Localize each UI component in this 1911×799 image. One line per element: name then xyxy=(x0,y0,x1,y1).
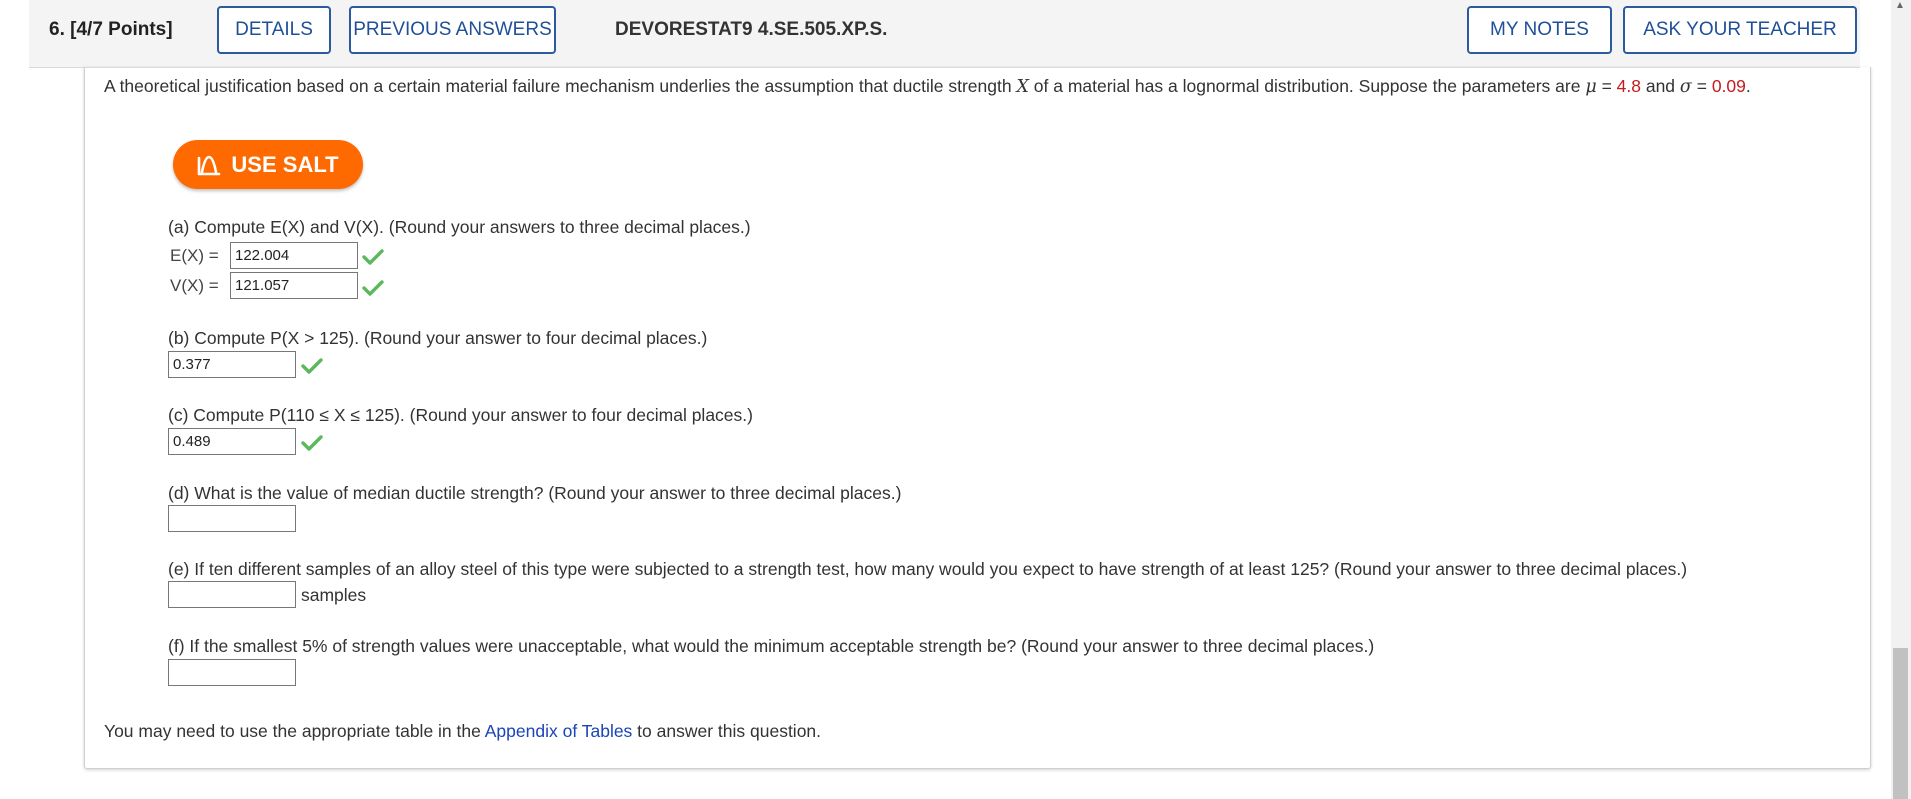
part-e-input[interactable] xyxy=(168,581,296,608)
vx-input[interactable] xyxy=(230,272,358,299)
appendix-note: You may need to use the appropriate tabl… xyxy=(104,721,822,741)
part-b-prompt: (b) Compute P(X > 125). (Round your answ… xyxy=(168,328,708,348)
scroll-up-icon[interactable]: ▲ xyxy=(1895,0,1905,11)
ex-label: E(X) = xyxy=(170,246,219,265)
scrollbar-thumb[interactable] xyxy=(1893,648,1908,799)
part-f-input[interactable] xyxy=(168,659,296,686)
part-e-prompt: (e) If ten different samples of an alloy… xyxy=(168,559,1688,579)
part-d-input[interactable] xyxy=(168,505,296,532)
my-notes-button[interactable]: MY NOTES xyxy=(1467,6,1612,54)
part-c-input[interactable] xyxy=(168,428,296,455)
part-f-prompt: (f) If the smallest 5% of strength value… xyxy=(168,636,1375,656)
appendix-of-tables-link[interactable]: Appendix of Tables xyxy=(485,721,633,741)
correct-check-icon xyxy=(362,280,384,296)
question-header: 6. [4/7 Points] DETAILS PREVIOUS ANSWERS… xyxy=(29,0,1860,68)
details-button[interactable]: DETAILS xyxy=(217,6,331,54)
part-a-prompt: (a) Compute E(X) and V(X). (Round your a… xyxy=(168,217,751,237)
previous-answers-button[interactable]: PREVIOUS ANSWERS xyxy=(349,6,556,54)
ex-input[interactable] xyxy=(230,242,358,269)
question-number-points: 6. [4/7 Points] xyxy=(49,19,173,40)
mu-value: 4.8 xyxy=(1616,76,1641,96)
question-intro: A theoretical justification based on a c… xyxy=(104,76,1751,97)
question-code: DEVORESTAT9 4.SE.505.XP.S. xyxy=(615,19,888,40)
samples-unit-label: samples xyxy=(301,585,367,605)
ask-your-teacher-button[interactable]: ASK YOUR TEACHER xyxy=(1623,6,1857,54)
use-salt-button[interactable]: USE SALT xyxy=(173,140,363,189)
salt-icon xyxy=(198,155,221,175)
vx-label: V(X) = xyxy=(170,276,219,295)
correct-check-icon xyxy=(301,435,323,451)
correct-check-icon xyxy=(301,358,323,374)
part-d-prompt: (d) What is the value of median ductile … xyxy=(168,483,902,503)
part-c-prompt: (c) Compute P(110 ≤ X ≤ 125). (Round you… xyxy=(168,405,753,425)
correct-check-icon xyxy=(362,249,384,265)
part-b-input[interactable] xyxy=(168,351,296,378)
sigma-value: 0.09 xyxy=(1711,76,1746,96)
